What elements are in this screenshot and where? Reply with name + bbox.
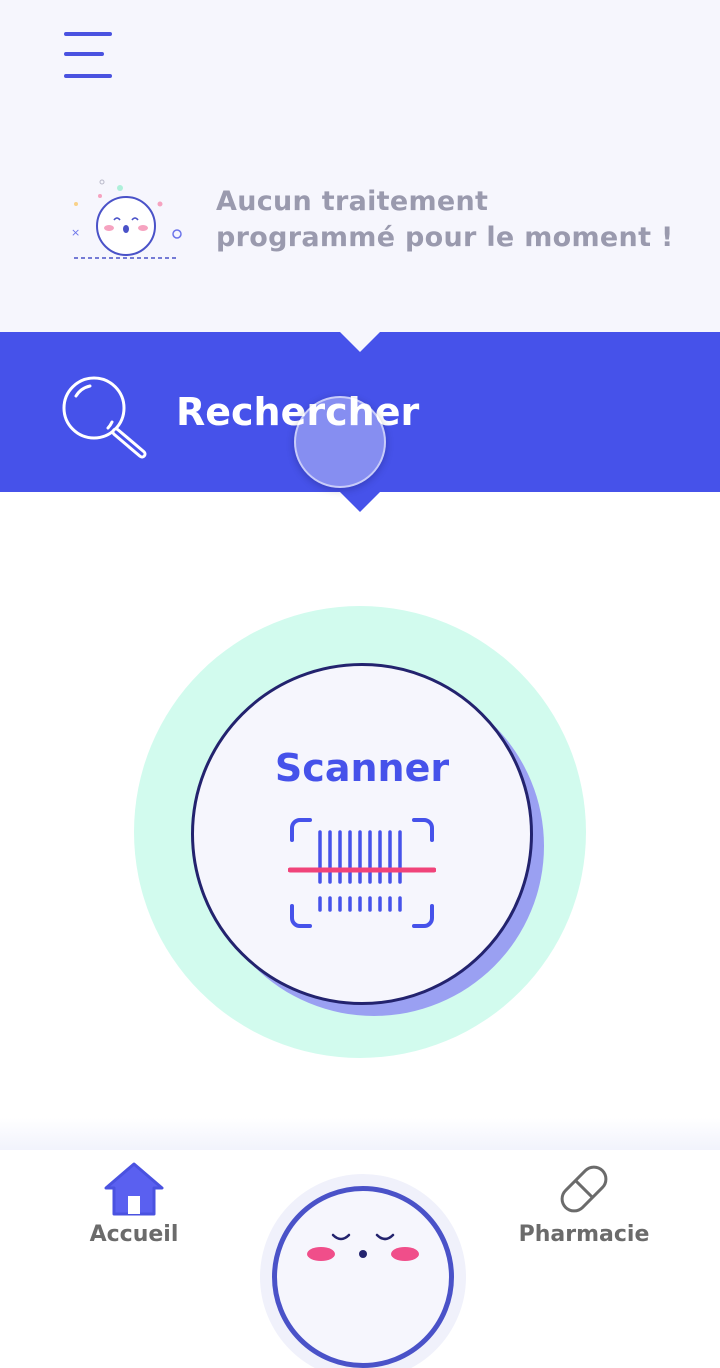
- scanner-button[interactable]: Scanner: [191, 663, 533, 1005]
- mascot-button[interactable]: [272, 1186, 454, 1368]
- empty-message-line1: Aucun traitement: [216, 186, 489, 217]
- mascot-face-icon: [307, 1233, 419, 1261]
- barcode-icon: [288, 818, 436, 928]
- empty-treatment-message: Aucun traitement programmé pour le momen…: [216, 184, 686, 256]
- nav-home-label: Accueil: [89, 1222, 179, 1247]
- touch-indicator: [294, 396, 386, 488]
- empty-message-line2: programmé pour le moment !: [216, 222, 674, 253]
- svg-text:×: ×: [71, 226, 80, 239]
- nav-pharmacy[interactable]: Pharmacie: [494, 1160, 674, 1270]
- pill-icon: [560, 1165, 608, 1213]
- menu-button[interactable]: [62, 30, 114, 82]
- band-notch-bottom: [340, 492, 380, 512]
- nav-home[interactable]: Accueil: [44, 1160, 224, 1270]
- mascot-illustration: ×: [71, 179, 182, 259]
- nav-pharmacy-label: Pharmacie: [518, 1222, 650, 1247]
- scanner-label: Scanner: [274, 746, 450, 790]
- menu-icon: [64, 32, 112, 36]
- band-notch-top: [340, 332, 380, 352]
- home-icon: [104, 1162, 164, 1216]
- search-icon: [62, 376, 147, 459]
